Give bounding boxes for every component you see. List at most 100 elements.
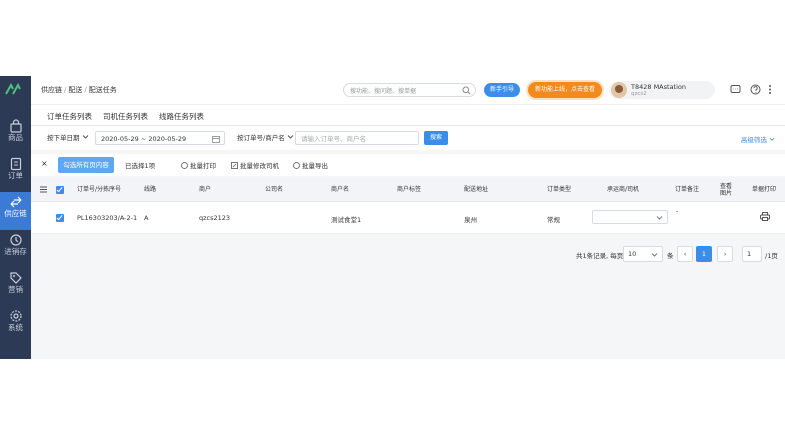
search-icon[interactable] — [462, 86, 471, 95]
pagination-summary: 共1条记录, 每页 — [576, 252, 624, 260]
cell-route: A — [144, 214, 149, 222]
th-print: 单据打印 — [752, 186, 777, 193]
user-account: qzcs2 — [631, 91, 647, 97]
tag-icon — [9, 272, 22, 284]
help-icon[interactable] — [750, 84, 761, 95]
page-size-value: 10 — [628, 250, 637, 258]
page-size-select[interactable]: 10 — [623, 246, 663, 262]
batch-driver-button[interactable]: 批量修改司机 — [231, 160, 279, 170]
sidebar-item-system[interactable]: 系统 — [0, 306, 31, 344]
batch-export-label: 批量导出 — [302, 162, 328, 170]
sidebar-item-goods[interactable]: 商品 — [0, 116, 31, 154]
print-icon — [181, 162, 188, 169]
cell-remark: - — [676, 207, 679, 215]
select-all-checkbox[interactable] — [56, 186, 64, 194]
batch-export-button[interactable]: 批量导出 — [293, 160, 328, 170]
table-header: 订单号/分拣序号 线路 商户 公司名 商户名 商户标签 配送地址 订单类型 承运… — [31, 178, 785, 202]
bag-icon — [9, 119, 22, 133]
row-checkbox[interactable] — [56, 214, 64, 222]
cell-address: 泉州 — [464, 216, 477, 224]
th-company: 公司名 — [265, 186, 284, 193]
order-search-input[interactable]: 请输入订单号、商户名 — [295, 131, 419, 145]
logo-icon — [5, 82, 21, 95]
date-type-select[interactable]: 按下单日期 — [47, 131, 89, 145]
close-selection-button[interactable]: × — [41, 159, 48, 168]
tab-route-tasks[interactable]: 线路任务列表 — [159, 111, 204, 122]
avatar — [611, 82, 627, 98]
edit-icon — [231, 162, 238, 169]
sidebar-item-orders[interactable]: 订单 — [0, 154, 31, 192]
th-shop-name: 商户名 — [331, 186, 350, 193]
prev-page-button[interactable]: ‹ — [677, 246, 693, 262]
sidebar-item-label: 系统 — [8, 323, 23, 332]
date-range-picker[interactable]: 2020-05-29 ~ 2020-05-29 — [95, 131, 225, 145]
date-type-value: 按下单日期 — [47, 134, 80, 142]
select-all-pages-button[interactable]: 勾选所有页内容 — [58, 157, 114, 173]
user-name: T8428 MAstation — [631, 83, 687, 91]
chevron-down-icon — [287, 135, 294, 139]
page-1-button[interactable]: 1 — [696, 246, 712, 262]
sidebar-item-label: 订单 — [8, 171, 23, 180]
cell-order-no[interactable]: PL16303203/A-2-1 — [77, 214, 137, 222]
advanced-filter-label: 高级筛选 — [740, 136, 767, 144]
message-icon[interactable] — [730, 84, 741, 95]
advanced-filter-link[interactable]: 高级筛选 — [741, 134, 775, 144]
app-window: 商品 订单 供应链 进销存 营销 系统 供应链/配送/配送任务 搜功能、 — [0, 76, 785, 359]
th-shop-label: 商户标签 — [397, 186, 422, 193]
pagination: 共1条记录, 每页 10 条 ‹ 1 › 1 /1页 — [31, 242, 785, 266]
batch-print-label: 批量打印 — [190, 162, 216, 170]
driver-select[interactable] — [592, 210, 668, 224]
jump-page-input[interactable]: 1 — [742, 246, 762, 262]
th-view-image: 查看图片 — [720, 183, 733, 197]
order-icon — [10, 157, 21, 171]
supply-chain-icon — [10, 196, 21, 208]
selected-count: 已选择1项 — [125, 162, 156, 170]
breadcrumb-item: 配送任务 — [88, 86, 117, 94]
new-feature-button[interactable]: 新功能上线，点击查看 — [528, 82, 602, 98]
search-type-select[interactable]: 按订单号/商户名 — [237, 131, 294, 145]
th-order-no: 订单号/分拣序号 — [77, 186, 122, 193]
sidebar-item-marketing[interactable]: 营销 — [0, 268, 31, 306]
search-placeholder: 搜功能、搜问题、搜单据 — [350, 88, 417, 95]
cell-shop-name: 测试食堂1 — [331, 216, 362, 224]
tab-order-tasks[interactable]: 订单任务列表 — [47, 111, 92, 128]
order-task-table: 订单号/分拣序号 线路 商户 公司名 商户名 商户标签 配送地址 订单类型 承运… — [31, 178, 785, 234]
printer-icon[interactable] — [760, 212, 770, 221]
chevron-down-icon — [769, 137, 775, 141]
breadcrumb-item[interactable]: 供应链 — [41, 86, 62, 94]
cell-merchant: qzcs2123 — [199, 214, 231, 222]
filter-bar: 按下单日期 2020-05-29 ~ 2020-05-29 按订单号/商户名 请… — [31, 126, 785, 150]
page-size-unit: 条 — [667, 252, 674, 260]
calendar-icon — [212, 136, 220, 143]
th-route: 线路 — [144, 186, 157, 193]
export-icon — [293, 162, 300, 169]
guide-button[interactable]: 新手引导 — [484, 83, 520, 97]
th-driver: 承运商/司机 — [607, 186, 640, 193]
top-header: 供应链 / 配送 / 配送任务 搜功能、搜问题、搜单据 新手引导 新功能上线，点击查看 … — [31, 76, 785, 104]
sidebar-item-supply-chain[interactable]: 供应链 — [0, 192, 36, 230]
tab-driver-tasks[interactable]: 司机任务列表 — [103, 111, 148, 122]
global-search-input[interactable]: 搜功能、搜问题、搜单据 — [343, 83, 476, 97]
th-address: 配送地址 — [464, 186, 489, 193]
batch-print-button[interactable]: 批量打印 — [181, 160, 216, 170]
th-order-type: 订单类型 — [547, 186, 572, 193]
total-pages: /1页 — [765, 252, 778, 260]
column-settings-icon[interactable] — [40, 186, 47, 193]
breadcrumb-item[interactable]: 配送 — [68, 86, 82, 94]
user-menu[interactable]: T8428 MAstation qzcs2 — [609, 81, 715, 99]
next-page-button[interactable]: › — [717, 246, 733, 262]
chevron-down-icon — [651, 253, 658, 257]
search-button[interactable]: 搜索 — [424, 131, 448, 145]
sidebar: 商品 订单 供应链 进销存 营销 系统 — [0, 76, 36, 359]
search-type-value: 按订单号/商户名 — [237, 134, 285, 142]
inventory-icon — [9, 234, 22, 246]
sidebar-item-inventory[interactable]: 进销存 — [0, 230, 31, 268]
sidebar-item-label: 供应链 — [4, 209, 27, 218]
batch-driver-label: 批量修改司机 — [240, 162, 279, 170]
th-remark: 订单备注 — [675, 186, 700, 193]
sidebar-item-label: 营销 — [8, 285, 23, 294]
table-row[interactable]: PL16303203/A-2-1 A qzcs2123 测试食堂1 泉州 常规 … — [31, 202, 785, 234]
more-icon[interactable] — [768, 84, 772, 95]
chevron-down-icon — [82, 135, 88, 139]
chevron-down-icon — [656, 216, 663, 220]
